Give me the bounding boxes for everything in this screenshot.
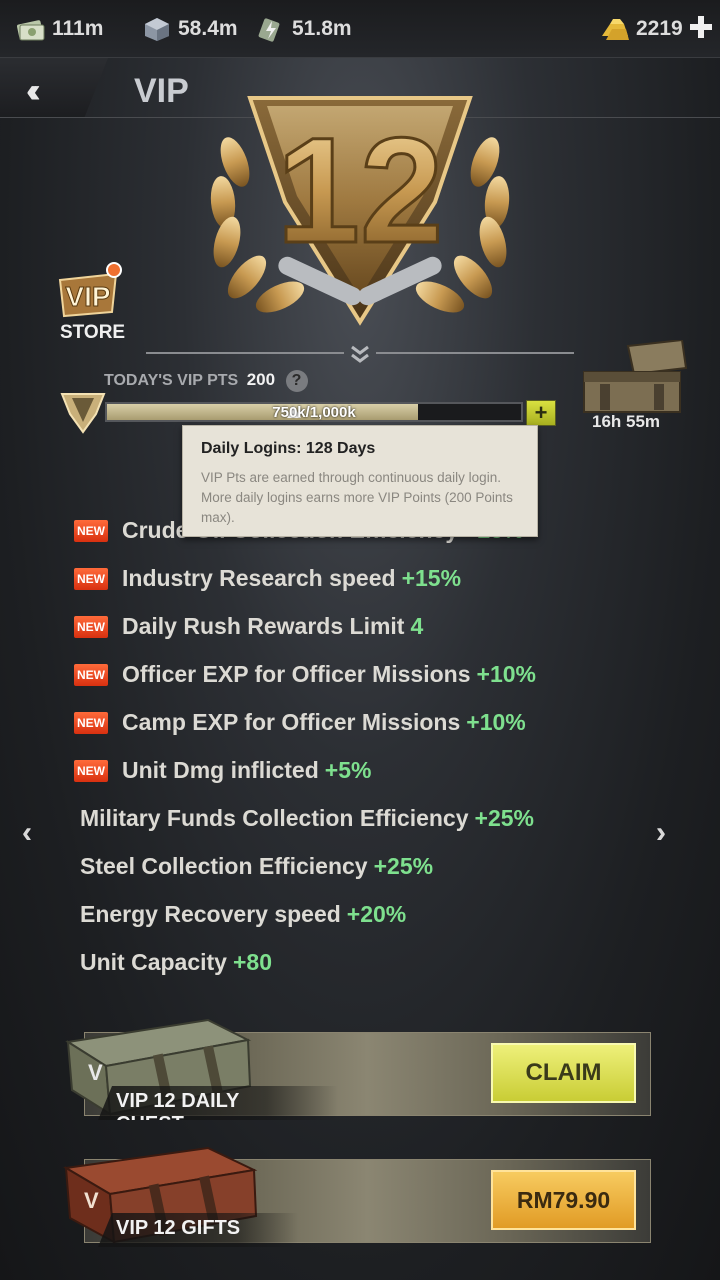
- perk-item: NEW Daily Rush Rewards Limit 4: [74, 613, 423, 640]
- cash-value: 111m: [52, 17, 104, 40]
- svg-text:V: V: [84, 1188, 99, 1213]
- new-badge: NEW: [74, 567, 108, 590]
- vip-level-badge-icon: 12: [210, 96, 510, 326]
- perk-bonus: +25%: [373, 853, 434, 879]
- crate-timer: 16h 55m: [592, 412, 661, 431]
- back-button[interactable]: ‹‹: [0, 58, 108, 118]
- perk-text: Unit Capacity: [80, 949, 227, 975]
- perk-text: Unit Dmg inflicted: [122, 757, 319, 783]
- tooltip-body: VIP Pts are earned through continuous da…: [201, 470, 513, 525]
- perk-text: Camp EXP for Officer Missions: [122, 709, 461, 735]
- perk-bonus: +5%: [324, 757, 372, 783]
- vip-level-number: 12: [277, 106, 444, 274]
- new-badge: NEW: [74, 711, 108, 734]
- divider-left: [146, 352, 344, 354]
- vip-store-button[interactable]: VIP STORE: [52, 262, 128, 348]
- resource-bar: 111m 58.4m 51.8m 2219: [0, 0, 720, 58]
- perk-text: Energy Recovery speed: [80, 901, 341, 927]
- today-vip-points: TODAY'S VIP PTS 200 ?: [104, 370, 308, 392]
- new-badge: NEW: [74, 615, 108, 638]
- perk-item: NEW Unit Dmg inflicted +5%: [74, 757, 371, 784]
- perk-item: Military Funds Collection Efficiency +25…: [80, 805, 534, 832]
- double-chevron-down-icon[interactable]: [349, 344, 371, 364]
- perk-text: Military Funds Collection Efficiency: [80, 805, 469, 831]
- today-vip-points-label: TODAY'S VIP PTS: [104, 372, 239, 390]
- steel-value: 58.4m: [178, 17, 238, 40]
- perk-bonus: +15%: [401, 565, 462, 591]
- perk-item: Unit Capacity +80: [80, 949, 272, 976]
- cash-icon: [16, 20, 45, 41]
- new-badge: NEW: [74, 663, 108, 686]
- daily-crate-icon[interactable]: [580, 340, 688, 414]
- energy-icon: [258, 18, 280, 42]
- energy-value: 51.8m: [292, 17, 352, 40]
- gold-resource[interactable]: 2219: [600, 16, 683, 42]
- perk-text: Steel Collection Efficiency: [80, 853, 368, 879]
- new-badge: NEW: [74, 519, 108, 542]
- page-title: VIP: [134, 72, 189, 110]
- tooltip-title: Daily Logins: 128 Days: [201, 440, 376, 457]
- divider-right: [376, 352, 574, 354]
- claim-button[interactable]: CLAIM: [491, 1043, 636, 1103]
- perk-item: NEW Industry Research speed +15%: [74, 565, 461, 592]
- perk-item: Steel Collection Efficiency +25%: [80, 853, 433, 880]
- vip-rank-emblem-icon: [60, 393, 106, 434]
- perk-bonus: +25%: [474, 805, 534, 831]
- energy-resource[interactable]: 51.8m: [256, 16, 352, 42]
- steel-icon: [145, 18, 169, 41]
- gold-value: 2219: [636, 17, 683, 40]
- gold-icon: [602, 19, 629, 40]
- perk-text: Daily Rush Rewards Limit: [122, 613, 405, 639]
- add-gold-plus-icon[interactable]: [688, 14, 714, 40]
- perk-text: Officer EXP for Officer Missions: [122, 661, 471, 687]
- vip-progress-text: 750k/1,000k: [272, 404, 356, 421]
- perk-item: Energy Recovery speed +20%: [80, 901, 406, 928]
- buy-gifts-button[interactable]: RM79.90: [491, 1170, 636, 1230]
- perk-bonus: +80: [232, 949, 272, 975]
- vip-gifts-label: VIP 12 GIFTS: [98, 1213, 298, 1247]
- cash-resource[interactable]: 111m: [16, 16, 103, 42]
- daily-logins-tooltip: Daily Logins: 128 Days VIP Pts are earne…: [182, 425, 538, 537]
- perk-item: NEW Officer EXP for Officer Missions +10…: [74, 661, 536, 688]
- notification-dot: [106, 262, 122, 278]
- vip-store-label: STORE: [60, 322, 126, 343]
- perk-text: Industry Research speed: [122, 565, 396, 591]
- perk-bonus: +10%: [466, 709, 526, 735]
- perk-bonus: 4: [410, 613, 424, 639]
- daily-chest-label: VIP 12 DAILY CHEST: [98, 1086, 338, 1120]
- perk-bonus: +10%: [476, 661, 536, 687]
- vip-progress-bar: 750k/1,000k: [105, 402, 523, 422]
- new-badge: NEW: [74, 759, 108, 782]
- svg-text:V: V: [88, 1060, 103, 1085]
- today-vip-points-value: 200: [246, 370, 276, 390]
- help-icon[interactable]: ?: [285, 370, 308, 392]
- perk-item: NEW Camp EXP for Officer Missions +10%: [74, 709, 526, 736]
- add-vip-points-button[interactable]: +: [526, 400, 556, 426]
- vip-store-logo-text: VIP: [65, 281, 110, 312]
- steel-resource[interactable]: 58.4m: [142, 16, 238, 42]
- perk-bonus: +20%: [346, 901, 407, 927]
- back-chevron-icon: ‹‹: [26, 72, 40, 110]
